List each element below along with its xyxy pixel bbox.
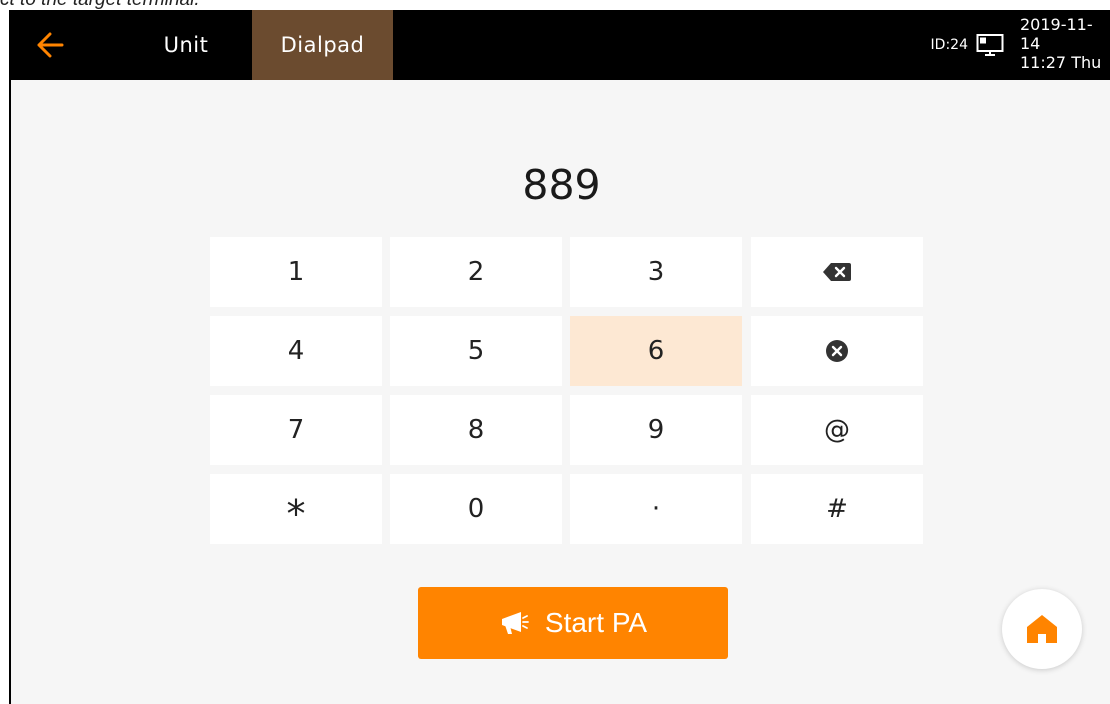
key-label: 8 (467, 415, 485, 445)
key-2[interactable]: 2 (390, 237, 562, 307)
key-label: · (651, 494, 661, 524)
start-pa-label: Start PA (544, 607, 648, 638)
key-label: 7 (287, 415, 305, 445)
backspace-icon (823, 263, 851, 281)
date-text: 2019-11-14 (1020, 14, 1093, 53)
key-label: @ (824, 415, 850, 445)
caption-strip: ct to the target terminal. (0, 0, 1110, 10)
caption-text: ct to the target terminal. (0, 0, 200, 10)
key-0[interactable]: 0 (390, 474, 562, 544)
key-label: 9 (647, 415, 665, 445)
key-3[interactable]: 3 (570, 237, 742, 307)
back-button[interactable] (27, 22, 73, 68)
key-label: 5 (467, 336, 485, 366)
device-id: ID:24 (930, 37, 968, 53)
tab-unit[interactable]: Unit (131, 10, 241, 80)
key-7[interactable]: 7 (210, 395, 382, 465)
key-dot[interactable]: · (570, 474, 742, 544)
key-4[interactable]: 4 (210, 316, 382, 386)
key-label: 6 (647, 336, 665, 366)
key-1[interactable]: 1 (210, 237, 382, 307)
key-label: 2 (467, 257, 485, 287)
key-8[interactable]: 8 (390, 395, 562, 465)
key-star[interactable]: * (210, 474, 382, 544)
datetime: 2019-11-14 11:27 Thu (1020, 15, 1110, 72)
key-clear[interactable] (751, 316, 923, 386)
key-6[interactable]: 6 (570, 316, 742, 386)
key-label: # (826, 494, 848, 524)
key-9[interactable]: 9 (570, 395, 742, 465)
key-backspace[interactable] (751, 237, 923, 307)
start-pa-button[interactable]: Start PA (418, 587, 728, 659)
home-button[interactable] (1002, 589, 1082, 669)
key-at[interactable]: @ (751, 395, 923, 465)
key-label: 0 (467, 494, 485, 524)
dialed-number: 889 (522, 161, 601, 209)
key-hash[interactable]: # (751, 474, 923, 544)
clear-icon (826, 340, 848, 362)
time-day-text: 11:27 Thu (1020, 52, 1102, 72)
keypad: 1 2 3 4 5 6 7 8 9 @ * 0 · # (210, 237, 923, 544)
back-arrow-icon (37, 32, 64, 58)
monitor-icon (976, 32, 1006, 58)
megaphone-icon (501, 612, 529, 634)
tab-dialpad[interactable]: Dialpad (252, 10, 393, 80)
key-label: 4 (287, 336, 305, 366)
key-label: 3 (647, 257, 665, 287)
home-icon (1027, 615, 1057, 643)
top-bar: Unit Dialpad ID:24 2019-11-14 11:27 Thu (11, 10, 1110, 80)
key-5[interactable]: 5 (390, 316, 562, 386)
device-screen: Unit Dialpad ID:24 2019-11-14 11:27 Thu … (9, 10, 1110, 704)
status-area: ID:24 2019-11-14 11:27 Thu (931, 10, 1110, 80)
key-label: * (286, 492, 306, 536)
key-label: 1 (287, 257, 305, 287)
